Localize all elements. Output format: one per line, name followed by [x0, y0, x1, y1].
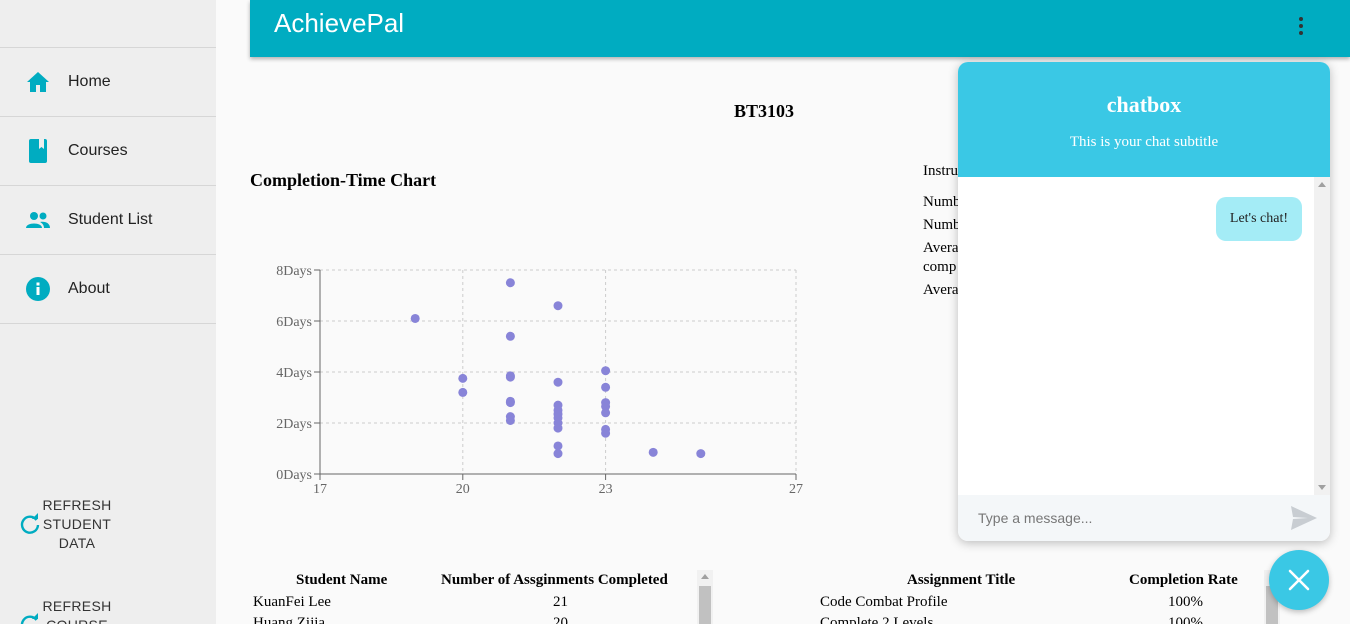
sidebar-item-label: Student List — [68, 211, 153, 228]
chat-title: chatbox — [1106, 92, 1182, 117]
student-name-cell: KuanFei Lee — [253, 594, 331, 610]
column-header: Number of Assginments Completed — [441, 572, 668, 588]
refresh-label-line: REFRESH — [42, 497, 112, 513]
students-table: Student Name Number of Assginments Compl… — [250, 570, 715, 624]
chat-input-row — [958, 495, 1330, 541]
refresh-icon — [20, 613, 38, 624]
chat-messages: Let's chat! — [958, 177, 1330, 495]
scatter-point — [601, 408, 611, 418]
app-title: AchievePal — [274, 8, 405, 38]
scatter-point — [505, 278, 515, 288]
refresh-student-data-label: REFRESH STUDENT DATA — [42, 496, 112, 553]
course-info-panel: Instru Numb Numb Avera comp Avera — [923, 162, 963, 304]
scatter-point — [505, 372, 515, 382]
course-title: BT3103 — [734, 101, 795, 121]
more-vert-icon[interactable] — [1290, 14, 1312, 38]
column-header: Student Name — [296, 572, 388, 588]
student-name-cell: Huang Zijia — [253, 615, 326, 624]
assignments-count-cell: 20 — [553, 615, 568, 624]
scatter-point — [553, 423, 563, 433]
scatter-point — [553, 449, 563, 459]
scatter-point — [458, 387, 468, 397]
scatter-point — [505, 331, 515, 341]
scatter-point — [553, 377, 563, 387]
scatter-point — [601, 428, 611, 438]
column-header: Completion Rate — [1129, 572, 1238, 588]
y-tick-label: 4Days — [276, 366, 312, 381]
completion-rate-cell: 100% — [1168, 615, 1203, 624]
students-table-scrollbar[interactable] — [697, 570, 713, 624]
scatter-point — [410, 313, 420, 323]
chat-message-input[interactable] — [970, 503, 1280, 533]
scatter-point — [553, 301, 563, 311]
x-tick-label: 17 — [313, 482, 327, 497]
assignments-table: Assignment Title Completion Rate Code Co… — [800, 570, 1280, 624]
assignments-count-cell: 21 — [553, 594, 568, 610]
completion-time-chart: 0Days 2Days 4Days 6Days 8Days 17 20 23 27 — [276, 264, 803, 497]
chat-scrollbar[interactable] — [1314, 177, 1330, 495]
sidebar-item-label: Home — [68, 73, 111, 90]
scatter-point — [648, 447, 658, 457]
sidebar-item-courses[interactable]: Courses — [0, 117, 216, 186]
x-tick-label: 27 — [789, 482, 803, 497]
info-line: comp — [923, 259, 957, 275]
scatter-point — [505, 398, 515, 408]
refresh-label-line: STUDENT — [42, 516, 112, 532]
refresh-label-line: DATA — [58, 535, 96, 551]
y-tick-label: 6Days — [276, 315, 312, 330]
chat-subtitle: This is your chat subtitle — [1069, 134, 1219, 150]
x-tick-label: 23 — [599, 482, 613, 497]
scroll-up-arrow-icon[interactable] — [1318, 182, 1326, 187]
chat-window: chatbox This is your chat subtitle Let's… — [958, 62, 1330, 541]
app-bar: AchievePal — [250, 0, 1350, 57]
close-icon — [1288, 569, 1310, 591]
scroll-down-arrow-icon[interactable] — [1318, 485, 1326, 490]
scatter-point — [696, 449, 706, 459]
close-chat-button[interactable] — [1269, 550, 1329, 610]
send-icon[interactable] — [1290, 505, 1318, 531]
book-icon — [25, 138, 51, 164]
x-tick-label: 20 — [456, 482, 470, 497]
sidebar-item-home[interactable]: Home — [0, 48, 216, 117]
column-header: Assignment Title — [907, 572, 1016, 588]
y-tick-label: 8Days — [276, 264, 312, 279]
refresh-icon — [20, 512, 40, 534]
info-icon — [25, 276, 51, 302]
sidebar-item-label: Courses — [68, 142, 128, 159]
info-line: Avera — [923, 282, 959, 298]
refresh-course-data-label: REFRESH COURSE — [42, 597, 112, 624]
instructor-label: Instru — [923, 163, 958, 179]
scatter-point — [601, 382, 611, 392]
sidebar-item-about[interactable]: About — [0, 255, 216, 324]
completion-rate-cell: 100% — [1168, 594, 1203, 610]
y-tick-label: 2Days — [276, 417, 312, 432]
assignment-title-cell: Code Combat Profile — [820, 594, 948, 610]
sidebar: Home Courses Student List About REFRESH … — [0, 0, 216, 624]
scatter-point — [458, 373, 468, 383]
chart-title: Completion-Time Chart — [250, 170, 437, 190]
refresh-course-data-button[interactable]: REFRESH COURSE — [18, 595, 112, 624]
info-line: Avera — [923, 240, 959, 256]
refresh-label-line: REFRESH — [42, 598, 112, 614]
chat-header: chatbox This is your chat subtitle — [958, 62, 1330, 177]
scatter-point — [505, 415, 515, 425]
refresh-student-data-button[interactable]: REFRESH STUDENT DATA — [18, 496, 112, 553]
assignment-title-cell: Complete 2 Levels — [820, 615, 934, 624]
refresh-label-line: COURSE — [42, 616, 112, 624]
sidebar-item-label: About — [68, 280, 110, 297]
scatter-point — [601, 366, 611, 376]
info-line: Numb — [923, 194, 961, 210]
sidebar-item-student-list[interactable]: Student List — [0, 186, 216, 255]
people-icon — [25, 207, 51, 233]
info-line: Numb — [923, 217, 961, 233]
home-icon — [25, 69, 51, 95]
chat-message-bubble: Let's chat! — [1215, 197, 1302, 241]
y-tick-label: 0Days — [276, 468, 312, 483]
